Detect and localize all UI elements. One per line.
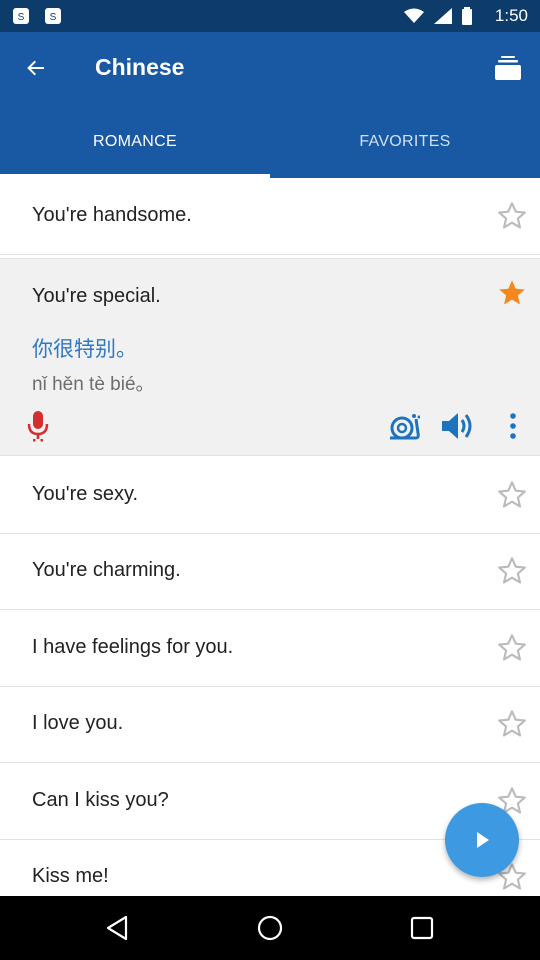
chinese-translation: 你很特别。 xyxy=(32,338,137,361)
svg-text:S: S xyxy=(18,12,25,23)
notification-icons: S S xyxy=(12,7,62,25)
status-bar: S S 1:50 xyxy=(0,0,540,32)
phrase-text: You're special. xyxy=(32,285,161,307)
phrase-text: I love you. xyxy=(32,712,124,734)
play-button[interactable] xyxy=(445,803,519,877)
phrase-text: You're charming. xyxy=(32,559,181,581)
phrase-text: Kiss me! xyxy=(32,865,109,887)
star-outline-icon[interactable] xyxy=(496,200,528,232)
flashcards-icon xyxy=(495,56,521,80)
nav-back-icon[interactable] xyxy=(102,912,134,944)
star-outline-icon[interactable] xyxy=(496,708,528,740)
expanded-phrase[interactable]: You're special. 你很特别。 nǐ hěn tè bié。 xyxy=(0,258,540,456)
star-filled-icon[interactable] xyxy=(496,277,528,309)
nav-home-icon[interactable] xyxy=(254,912,286,944)
navigation-bar xyxy=(0,896,540,960)
list-item[interactable]: I love you. xyxy=(0,686,540,763)
speaker-icon[interactable] xyxy=(440,409,476,443)
list-item[interactable]: You're sexy. xyxy=(0,457,540,534)
star-outline-icon[interactable] xyxy=(496,555,528,587)
list-item[interactable]: You're charming. xyxy=(0,533,540,610)
star-outline-icon[interactable] xyxy=(496,479,528,511)
phrase-list[interactable]: You're handsome. You're special. 你很特别。 n… xyxy=(0,178,540,896)
list-item[interactable]: I have feelings for you. xyxy=(0,610,540,687)
more-vertical-icon[interactable] xyxy=(504,411,522,441)
wifi-icon xyxy=(404,8,424,23)
page-title: Chinese xyxy=(95,54,185,80)
snail-icon[interactable] xyxy=(388,411,420,441)
system-status-icons xyxy=(404,7,472,25)
phrase-text: You're sexy. xyxy=(32,483,139,505)
app-bar: Chinese xyxy=(0,32,540,104)
svg-text:S: S xyxy=(50,12,57,23)
list-item[interactable]: You're handsome. xyxy=(0,178,540,255)
microphone-icon[interactable] xyxy=(24,409,52,443)
nav-recents-icon[interactable] xyxy=(406,912,438,944)
star-outline-icon[interactable] xyxy=(496,632,528,664)
tab-bar: ROMANCE FAVORITES xyxy=(0,104,540,178)
notification-app-icon: S xyxy=(45,8,61,24)
tab-favorites[interactable]: FAVORITES xyxy=(270,104,540,178)
flashcards-button[interactable] xyxy=(492,54,524,82)
battery-icon xyxy=(462,7,472,25)
phrase-text: You're handsome. xyxy=(32,204,192,226)
clock: 1:50 xyxy=(494,6,528,25)
notification-app-icon: S xyxy=(13,8,29,24)
arrow-left-icon xyxy=(27,60,44,76)
signal-icon xyxy=(434,8,452,24)
tab-romance[interactable]: ROMANCE xyxy=(0,104,270,178)
pinyin-text: nǐ hěn tè bié。 xyxy=(32,374,155,395)
back-button[interactable] xyxy=(20,54,52,82)
phrase-text: Can I kiss you? xyxy=(32,789,169,811)
phrase-text: I have feelings for you. xyxy=(32,636,234,658)
play-icon xyxy=(477,832,489,848)
